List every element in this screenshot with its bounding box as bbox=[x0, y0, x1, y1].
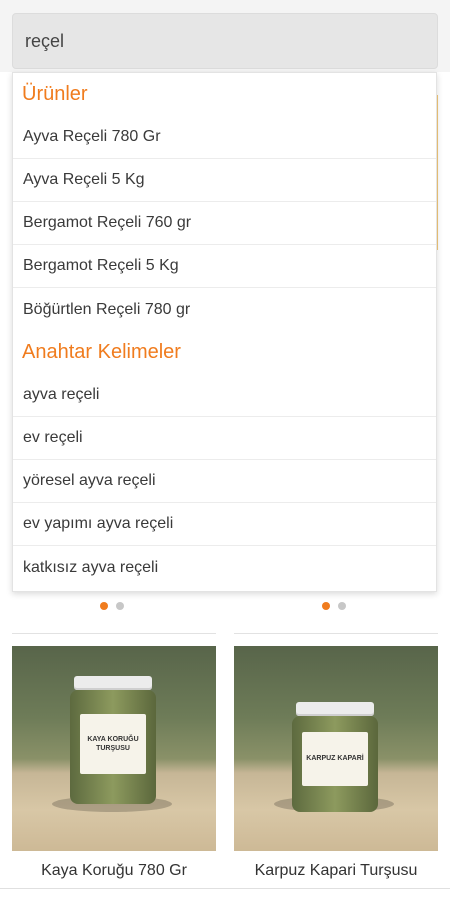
suggestion-product[interactable]: Böğürtlen Reçeli 780 gr bbox=[13, 288, 436, 331]
carousel-dots-left bbox=[100, 600, 124, 612]
product-card[interactable]: KAYA KORUĞU TURŞUSU Kaya Koruğu 780 Gr bbox=[12, 646, 216, 891]
divider bbox=[12, 633, 216, 634]
search-input[interactable] bbox=[12, 13, 438, 69]
product-card[interactable]: KARPUZ KAPARİ Karpuz Kapari Turşusu bbox=[234, 646, 438, 891]
product-name[interactable]: Karpuz Kapari Turşusu bbox=[234, 851, 438, 891]
jar-illustration: KARPUZ KAPARİ bbox=[292, 702, 378, 812]
carousel-dots-right bbox=[322, 600, 346, 612]
search-bar bbox=[0, 0, 450, 72]
keywords-section-header: Anahtar Kelimeler bbox=[22, 341, 181, 363]
jar-lid bbox=[74, 676, 152, 690]
product-image[interactable]: KAYA KORUĞU TURŞUSU bbox=[12, 646, 216, 851]
jar-illustration: KAYA KORUĞU TURŞUSU bbox=[70, 676, 156, 806]
jar-label: KAYA KORUĞU TURŞUSU bbox=[80, 714, 146, 774]
jar-label: KARPUZ KAPARİ bbox=[302, 732, 368, 786]
suggestion-keyword[interactable]: ayva reçeli bbox=[13, 374, 436, 417]
suggestion-keyword[interactable]: ev yapımı ayva reçeli bbox=[13, 503, 436, 546]
suggestion-product[interactable]: Ayva Reçeli 780 Gr bbox=[13, 116, 436, 159]
suggestion-product[interactable]: Bergamot Reçeli 5 Kg bbox=[13, 245, 436, 288]
suggestion-keyword[interactable]: katkısız ayva reçeli bbox=[13, 546, 436, 589]
carousel-dot[interactable] bbox=[338, 602, 346, 610]
suggestion-keyword[interactable]: ev reçeli bbox=[13, 417, 436, 460]
products-section-header: Ürünler bbox=[22, 83, 88, 105]
suggestion-product[interactable]: Bergamot Reçeli 760 gr bbox=[13, 202, 436, 245]
carousel-dot-active[interactable] bbox=[322, 602, 330, 610]
search-suggestions-dropdown: Ürünler Ayva Reçeli 780 Gr Ayva Reçeli 5… bbox=[12, 72, 437, 592]
carousel-dot[interactable] bbox=[116, 602, 124, 610]
divider bbox=[234, 633, 438, 634]
carousel-dot-active[interactable] bbox=[100, 602, 108, 610]
suggestion-product[interactable]: Ayva Reçeli 5 Kg bbox=[13, 159, 436, 202]
bottom-divider bbox=[0, 888, 450, 889]
jar-lid bbox=[296, 702, 374, 716]
product-name[interactable]: Kaya Koruğu 780 Gr bbox=[12, 851, 216, 891]
suggestion-keyword[interactable]: yöresel ayva reçeli bbox=[13, 460, 436, 503]
product-image[interactable]: KARPUZ KAPARİ bbox=[234, 646, 438, 851]
